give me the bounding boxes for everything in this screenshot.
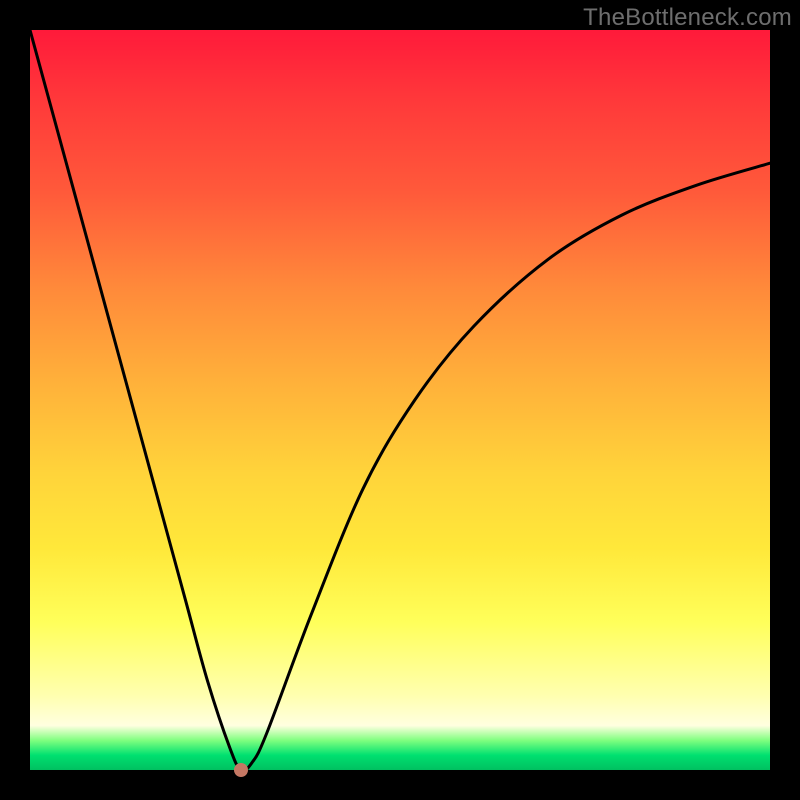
watermark-label: TheBottleneck.com <box>583 4 792 32</box>
minimum-point-marker <box>234 763 248 777</box>
plot-area <box>30 30 770 770</box>
bottleneck-curve <box>30 30 770 770</box>
chart-frame: TheBottleneck.com <box>0 0 800 800</box>
